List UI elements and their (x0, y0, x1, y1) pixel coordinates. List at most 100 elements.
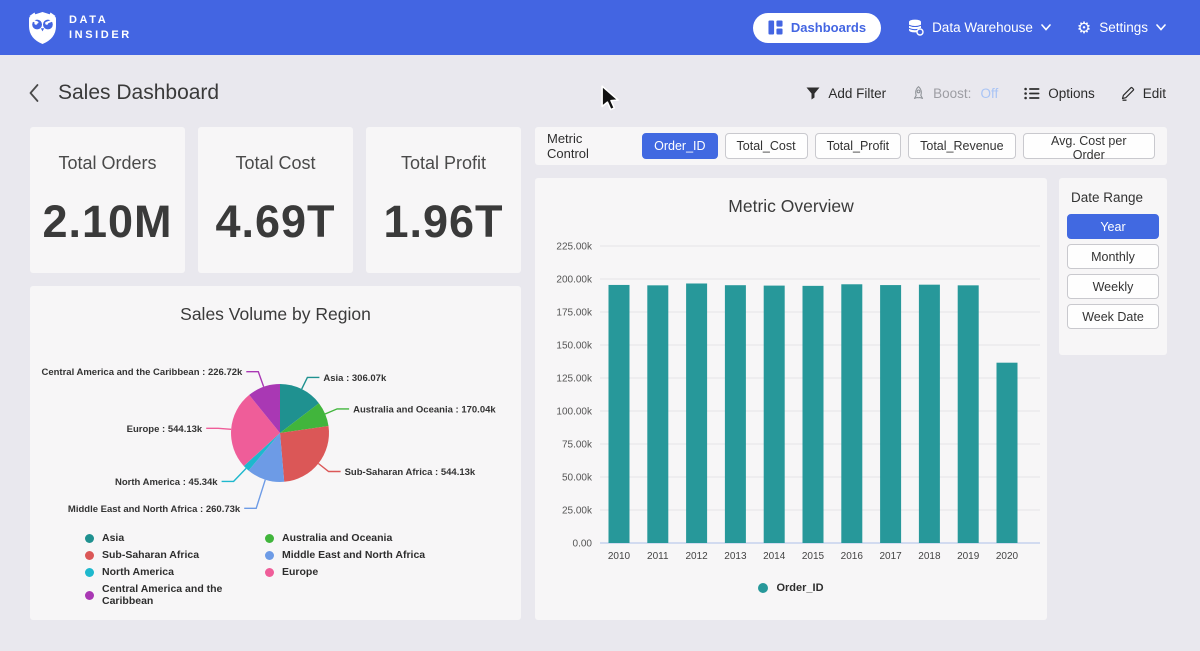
y-tick-label: 150.00k (556, 341, 593, 352)
x-tick-label: 2019 (957, 551, 980, 562)
kpi-value: 1.96T (383, 196, 503, 248)
kpi-value: 4.69T (215, 196, 335, 248)
date-range-monthly[interactable]: Monthly (1067, 244, 1159, 269)
y-tick-label: 100.00k (556, 407, 593, 418)
legend-label: Australia and Oceania (282, 532, 392, 544)
legend-label: Asia (102, 532, 124, 544)
boost-toggle[interactable]: Boost: Off (912, 86, 998, 101)
legend-item[interactable]: Asia (85, 532, 265, 544)
rocket-icon (912, 86, 925, 100)
nav-data-warehouse[interactable]: Data Warehouse (907, 19, 1051, 36)
bar-chart-card: Metric Overview 0.0025.00k50.00k75.00k10… (535, 178, 1047, 620)
date-range-weekly[interactable]: Weekly (1067, 274, 1159, 299)
bar-2011[interactable] (647, 285, 668, 543)
metric-option-total-revenue[interactable]: Total_Revenue (908, 133, 1015, 159)
x-tick-label: 2012 (685, 551, 708, 562)
back-button[interactable] (26, 81, 42, 105)
metric-control-label: Metric Control (547, 131, 626, 161)
bar-2014[interactable] (764, 286, 785, 543)
owl-logo-icon (26, 11, 59, 45)
bar-2015[interactable] (803, 286, 824, 543)
legend-item[interactable]: Australia and Oceania (265, 532, 425, 544)
date-range-panel: Date Range Year Monthly Weekly Week Date (1059, 178, 1167, 355)
bar-2013[interactable] (725, 285, 746, 543)
bar-2010[interactable] (609, 285, 630, 543)
legend-dot (758, 583, 768, 593)
metric-option-avg-cost[interactable]: Avg. Cost per Order (1023, 133, 1155, 159)
kpi-value: 2.10M (42, 196, 172, 248)
y-tick-label: 75.00k (562, 440, 593, 451)
dashboard-header: Sales Dashboard Add Filter Boost: Off (0, 73, 1200, 113)
pie-callout-line (302, 377, 320, 389)
y-tick-label: 200.00k (556, 275, 593, 286)
add-filter-button[interactable]: Add Filter (806, 86, 886, 101)
boost-value: Off (980, 86, 998, 101)
options-button[interactable]: Options (1024, 86, 1095, 101)
brand-line1: DATA (69, 13, 132, 28)
y-tick-label: 0.00 (573, 539, 593, 550)
nav-data-warehouse-label: Data Warehouse (932, 20, 1033, 35)
y-tick-label: 175.00k (556, 308, 593, 319)
screen: DATA INSIDER Dashboards (0, 0, 1200, 651)
date-range-year[interactable]: Year (1067, 214, 1159, 239)
nav-dashboards-label: Dashboards (791, 20, 866, 35)
legend-item[interactable]: Sub-Saharan Africa (85, 549, 265, 561)
legend-label: Order_ID (776, 582, 823, 594)
pie-slice-3[interactable] (280, 426, 329, 482)
kpi-label: Total Orders (58, 153, 156, 174)
brand-line2: INSIDER (69, 28, 132, 43)
pie-legend: Asia Australia and Oceania Sub-Saharan A… (85, 532, 425, 607)
pencil-icon (1121, 86, 1135, 101)
nav-dashboards[interactable]: Dashboards (753, 13, 881, 43)
kpi-card-total-profit: Total Profit 1.96T (366, 127, 521, 273)
legend-item[interactable]: Middle East and North Africa (265, 549, 425, 561)
bar-legend[interactable]: Order_ID (535, 582, 1047, 594)
pie-callout-label: Australia and Oceania : 170.04k (353, 404, 496, 415)
pie-chart-title: Sales Volume by Region (30, 304, 521, 325)
bar-2012[interactable] (686, 283, 707, 543)
legend-item[interactable]: North America (85, 566, 265, 578)
pie-callout-line (244, 480, 265, 509)
kpi-card-total-orders: Total Orders 2.10M (30, 127, 185, 273)
date-range-week-date[interactable]: Week Date (1067, 304, 1159, 329)
chevron-left-icon (28, 83, 40, 103)
x-tick-label: 2018 (918, 551, 941, 562)
date-range-label: Date Range (1071, 190, 1159, 205)
metric-option-order-id[interactable]: Order_ID (642, 133, 717, 159)
metric-option-total-cost[interactable]: Total_Cost (725, 133, 808, 159)
legend-dot (85, 568, 94, 577)
x-tick-label: 2014 (763, 551, 786, 562)
legend-item[interactable]: Europe (265, 566, 425, 578)
pie-callout-line (222, 468, 247, 481)
y-tick-label: 25.00k (562, 506, 593, 517)
x-tick-label: 2013 (724, 551, 747, 562)
pie-callout-line (318, 464, 340, 472)
metric-option-total-profit[interactable]: Total_Profit (815, 133, 902, 159)
pie-callout-label: Asia : 306.07k (323, 373, 387, 384)
bar-2020[interactable] (997, 363, 1018, 543)
y-tick-label: 50.00k (562, 473, 593, 484)
bar-chart: 0.0025.00k50.00k75.00k100.00k125.00k150.… (535, 236, 1047, 572)
pie-callout-label: Europe : 544.13k (127, 424, 203, 435)
pie-callout-label: Sub-Saharan Africa : 544.13k (345, 467, 476, 478)
pie-callout-label: North America : 45.34k (115, 477, 218, 488)
bar-2018[interactable] (919, 285, 940, 543)
pie-callout-line (206, 428, 231, 429)
bar-2017[interactable] (880, 285, 901, 543)
edit-button[interactable]: Edit (1121, 86, 1166, 101)
gear-icon: ⚙ (1077, 20, 1091, 36)
x-tick-label: 2010 (608, 551, 631, 562)
legend-label: Middle East and North Africa (282, 549, 425, 561)
legend-dot (85, 591, 94, 600)
kpi-label: Total Cost (235, 153, 315, 174)
nav-settings[interactable]: ⚙ Settings (1077, 20, 1166, 36)
bar-2016[interactable] (841, 284, 862, 543)
x-tick-label: 2016 (841, 551, 864, 562)
legend-item[interactable]: Central America and the Caribbean (85, 583, 265, 607)
chevron-down-icon (1041, 24, 1051, 31)
bar-2019[interactable] (958, 285, 979, 543)
pie-chart: Asia : 306.07k Australia and Oceania : 17… (30, 330, 521, 526)
brand-logo: DATA INSIDER (26, 11, 132, 45)
page-title: Sales Dashboard (58, 81, 219, 105)
x-tick-label: 2015 (802, 551, 825, 562)
